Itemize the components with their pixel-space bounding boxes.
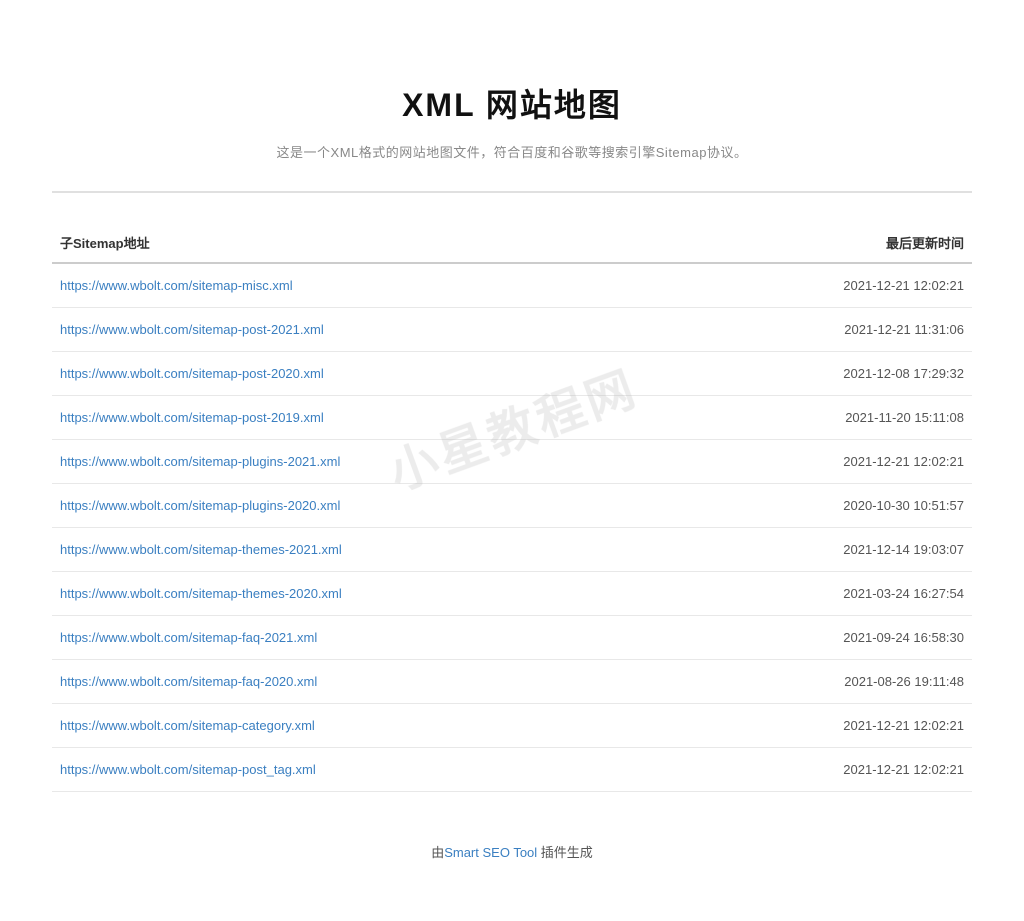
sitemap-link[interactable]: https://www.wbolt.com/sitemap-post-2019.… xyxy=(60,410,324,425)
table-cell-url: https://www.wbolt.com/sitemap-themes-202… xyxy=(52,528,683,572)
page-subtitle: 这是一个XML格式的网站地图文件，符合百度和谷歌等搜索引擎Sitemap协议。 xyxy=(52,142,972,161)
table-cell-url: https://www.wbolt.com/sitemap-misc.xml xyxy=(52,263,683,308)
table-cell-date: 2021-12-08 17:29:32 xyxy=(683,352,973,396)
table-row: https://www.wbolt.com/sitemap-post-2020.… xyxy=(52,352,972,396)
table-cell-url: https://www.wbolt.com/sitemap-post-2020.… xyxy=(52,352,683,396)
table-row: https://www.wbolt.com/sitemap-themes-202… xyxy=(52,528,972,572)
table-cell-url: https://www.wbolt.com/sitemap-post_tag.x… xyxy=(52,748,683,792)
table-cell-url: https://www.wbolt.com/sitemap-faq-2021.x… xyxy=(52,616,683,660)
table-row: https://www.wbolt.com/sitemap-plugins-20… xyxy=(52,484,972,528)
header-section: XML 网站地图 这是一个XML格式的网站地图文件，符合百度和谷歌等搜索引擎Si… xyxy=(52,40,972,193)
table-cell-url: https://www.wbolt.com/sitemap-post-2019.… xyxy=(52,396,683,440)
table-body: https://www.wbolt.com/sitemap-misc.xml 20… xyxy=(52,263,972,792)
footer-suffix: 插件生成 xyxy=(537,845,593,860)
table-cell-date: 2021-12-14 19:03:07 xyxy=(683,528,973,572)
table-header: 子Sitemap地址 最后更新时间 xyxy=(52,223,972,263)
table-row: https://www.wbolt.com/sitemap-post-2019.… xyxy=(52,396,972,440)
table-cell-url: https://www.wbolt.com/sitemap-post-2021.… xyxy=(52,308,683,352)
table-cell-url: https://www.wbolt.com/sitemap-faq-2020.x… xyxy=(52,660,683,704)
sitemap-link[interactable]: https://www.wbolt.com/sitemap-post-2021.… xyxy=(60,322,324,337)
sitemap-link[interactable]: https://www.wbolt.com/sitemap-faq-2020.x… xyxy=(60,674,317,689)
table-cell-date: 2021-09-24 16:58:30 xyxy=(683,616,973,660)
footer-link[interactable]: Smart SEO Tool xyxy=(444,845,537,860)
table-cell-date: 2021-12-21 12:02:21 xyxy=(683,704,973,748)
table-row: https://www.wbolt.com/sitemap-faq-2020.x… xyxy=(52,660,972,704)
table-cell-url: https://www.wbolt.com/sitemap-plugins-20… xyxy=(52,440,683,484)
table-row: https://www.wbolt.com/sitemap-misc.xml 20… xyxy=(52,263,972,308)
sitemap-link[interactable]: https://www.wbolt.com/sitemap-category.x… xyxy=(60,718,315,733)
sitemap-link[interactable]: https://www.wbolt.com/sitemap-plugins-20… xyxy=(60,454,340,469)
table-cell-date: 2021-12-21 12:02:21 xyxy=(683,748,973,792)
table-cell-date: 2020-10-30 10:51:57 xyxy=(683,484,973,528)
table-cell-url: https://www.wbolt.com/sitemap-plugins-20… xyxy=(52,484,683,528)
table-cell-date: 2021-03-24 16:27:54 xyxy=(683,572,973,616)
table-cell-date: 2021-08-26 19:11:48 xyxy=(683,660,973,704)
table-cell-date: 2021-12-21 12:02:21 xyxy=(683,440,973,484)
footer-prefix: 由 xyxy=(431,845,444,860)
col-date-header: 最后更新时间 xyxy=(683,223,973,263)
sitemap-table: 子Sitemap地址 最后更新时间 https://www.wbolt.com/… xyxy=(52,223,972,792)
table-cell-date: 2021-11-20 15:11:08 xyxy=(683,396,973,440)
table-row: https://www.wbolt.com/sitemap-plugins-20… xyxy=(52,440,972,484)
sitemap-link[interactable]: https://www.wbolt.com/sitemap-post_tag.x… xyxy=(60,762,316,777)
table-row: https://www.wbolt.com/sitemap-category.x… xyxy=(52,704,972,748)
page-title: XML 网站地图 xyxy=(52,80,972,126)
sitemap-link[interactable]: https://www.wbolt.com/sitemap-post-2020.… xyxy=(60,366,324,381)
table-row: https://www.wbolt.com/sitemap-themes-202… xyxy=(52,572,972,616)
table-row: https://www.wbolt.com/sitemap-post_tag.x… xyxy=(52,748,972,792)
table-cell-date: 2021-12-21 11:31:06 xyxy=(683,308,973,352)
table-cell-date: 2021-12-21 12:02:21 xyxy=(683,263,973,308)
sitemap-link[interactable]: https://www.wbolt.com/sitemap-misc.xml xyxy=(60,278,293,293)
table-row: https://www.wbolt.com/sitemap-faq-2021.x… xyxy=(52,616,972,660)
sitemap-link[interactable]: https://www.wbolt.com/sitemap-plugins-20… xyxy=(60,498,340,513)
col-url-header: 子Sitemap地址 xyxy=(52,223,683,263)
table-row: https://www.wbolt.com/sitemap-post-2021.… xyxy=(52,308,972,352)
sitemap-link[interactable]: https://www.wbolt.com/sitemap-faq-2021.x… xyxy=(60,630,317,645)
table-cell-url: https://www.wbolt.com/sitemap-category.x… xyxy=(52,704,683,748)
sitemap-link[interactable]: https://www.wbolt.com/sitemap-themes-202… xyxy=(60,586,342,601)
sitemap-link[interactable]: https://www.wbolt.com/sitemap-themes-202… xyxy=(60,542,342,557)
table-cell-url: https://www.wbolt.com/sitemap-themes-202… xyxy=(52,572,683,616)
